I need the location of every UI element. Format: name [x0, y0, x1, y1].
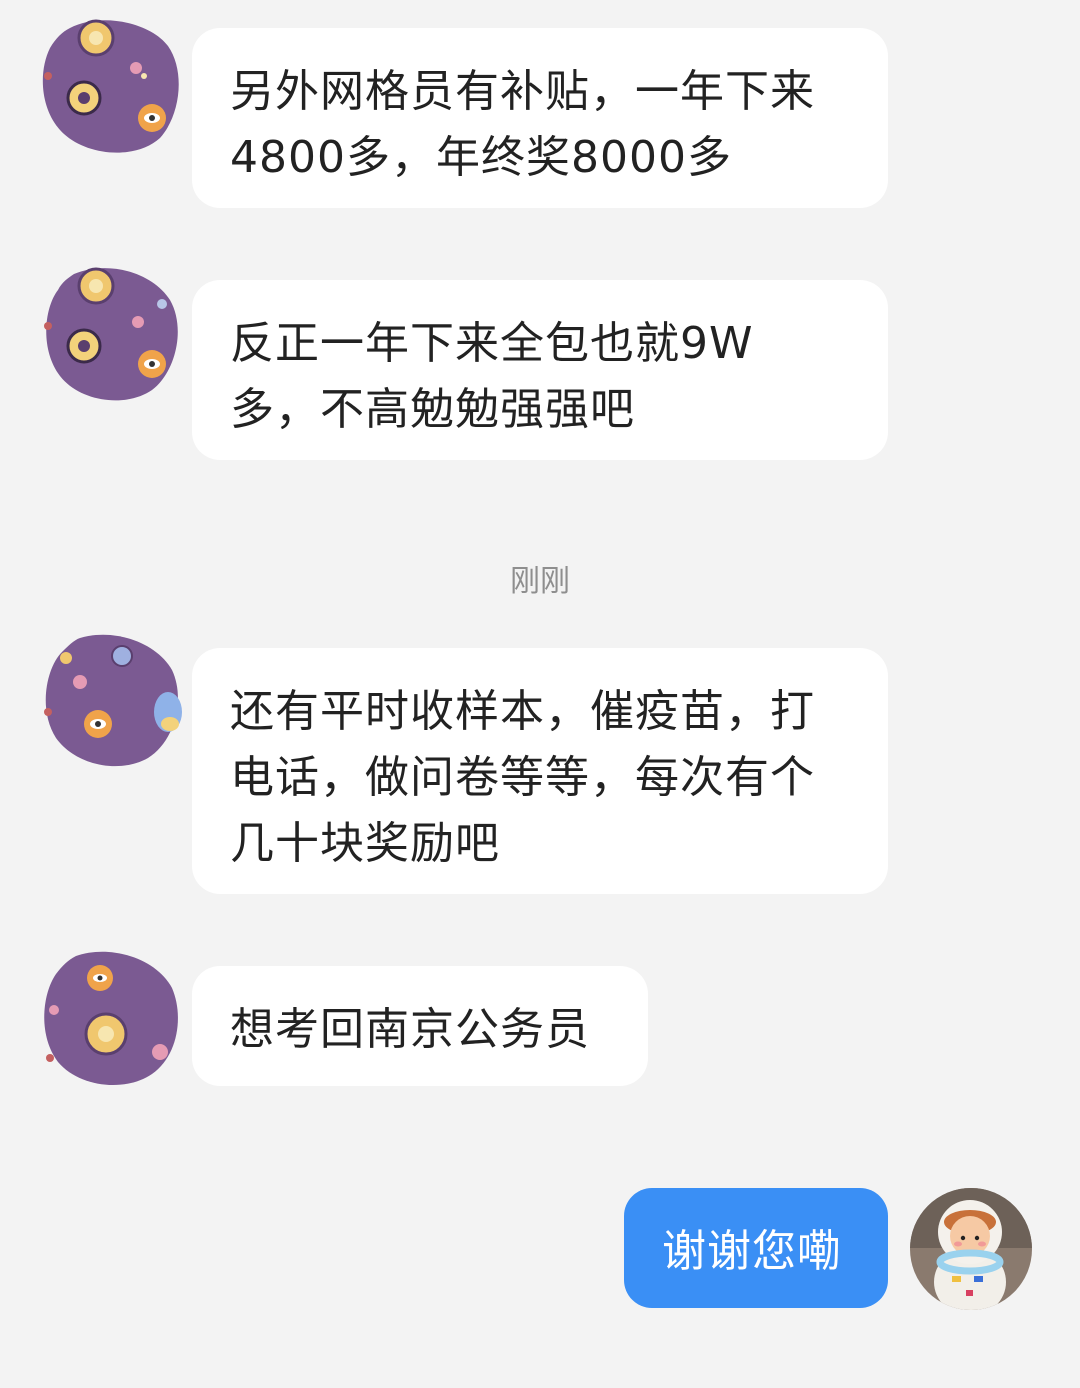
purple-pattern-avatar-icon — [42, 19, 179, 153]
contact-avatar[interactable] — [40, 948, 182, 1090]
message-bubble-incoming[interactable]: 反正一年下来全包也就9W 多，不高勉勉强强吧 — [192, 280, 888, 460]
message-bubble-incoming[interactable]: 另外网格员有补贴，一年下来 4800多，年终奖8000多 — [192, 28, 888, 208]
message-bubble-incoming[interactable]: 想考回南京公务员 — [192, 966, 648, 1086]
message-bubble-outgoing[interactable]: 谢谢您嘞 — [624, 1188, 888, 1308]
contact-avatar[interactable] — [40, 264, 182, 406]
purple-pattern-avatar-icon — [44, 267, 178, 401]
contact-avatar[interactable] — [40, 630, 182, 772]
self-avatar[interactable] — [910, 1188, 1032, 1310]
purple-pattern-avatar-icon — [44, 951, 178, 1086]
astronaut-figure-avatar-icon — [910, 1188, 1032, 1310]
message-bubble-incoming[interactable]: 还有平时收样本，催疫苗，打 电话，做问卷等等，每次有个 几十块奖励吧 — [192, 648, 888, 894]
message-timestamp: 刚刚 — [510, 564, 570, 599]
contact-avatar[interactable] — [40, 16, 182, 158]
purple-pattern-avatar-icon — [44, 634, 182, 767]
